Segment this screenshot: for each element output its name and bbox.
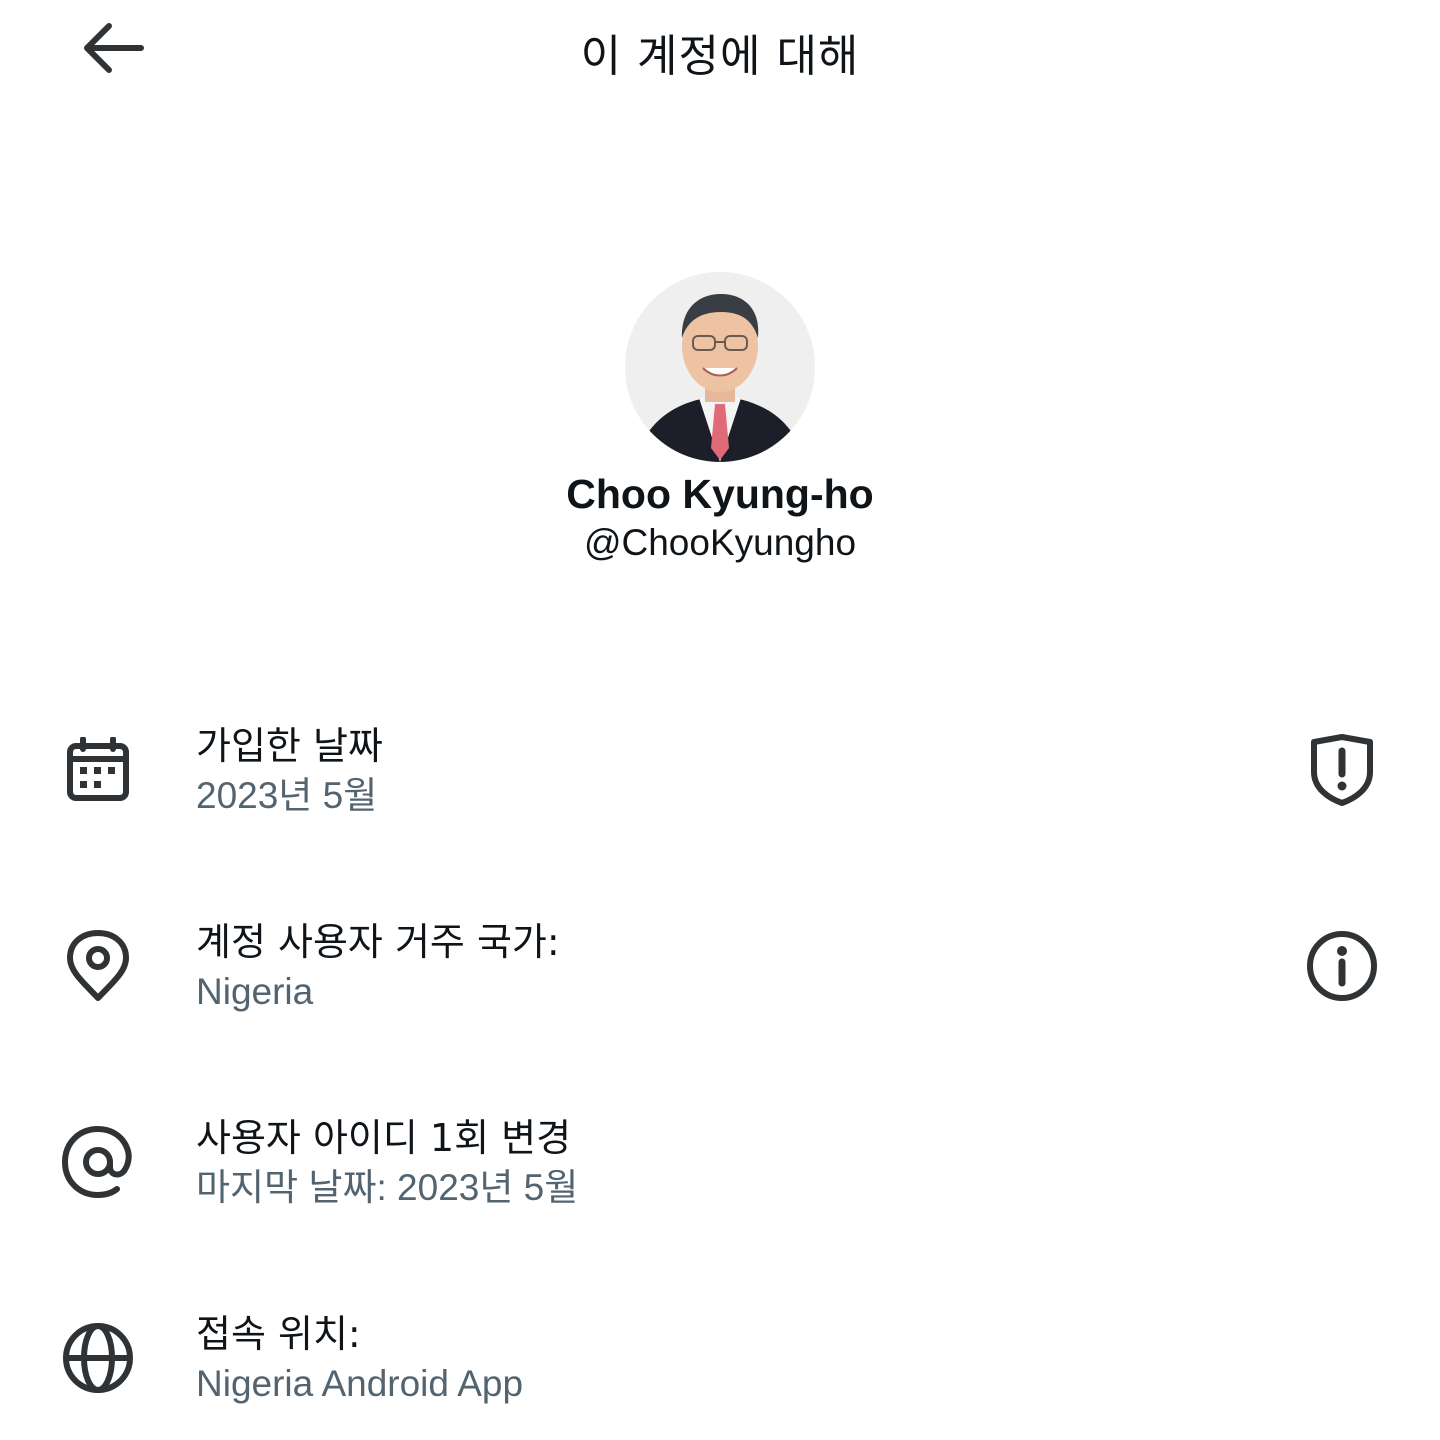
country-value: Nigeria — [196, 971, 314, 1012]
shield-alert-icon — [1311, 734, 1373, 806]
username-change-label: 사용자 아이디 1회 변경 — [196, 1116, 572, 1160]
avatar[interactable] — [625, 272, 815, 462]
profile-section: Choo Kyung-ho @ChooKyungho — [0, 272, 1440, 566]
country-row: 계정 사용자 거주 국가: Nigeria — [0, 916, 1440, 1056]
username-handle: @ChooKyungho — [583, 522, 857, 563]
at-sign-icon — [58, 1122, 138, 1202]
location-pin-icon — [58, 926, 138, 1006]
connected-via-label: 접속 위치: — [196, 1312, 361, 1356]
globe-icon — [58, 1318, 138, 1398]
connected-via-value: Nigeria Android App — [196, 1363, 524, 1404]
username-change-value: 마지막 날짜: 2023년 5월 — [196, 1167, 579, 1208]
calendar-icon — [58, 730, 138, 810]
joined-date-value: 2023년 5월 — [196, 775, 378, 816]
page-title: 이 계정에 대해 — [580, 31, 860, 82]
display-name: Choo Kyung-ho — [566, 471, 874, 517]
country-label: 계정 사용자 거주 국가: — [196, 920, 560, 964]
avatar-photo — [625, 272, 815, 462]
shield-alert-button[interactable] — [1300, 728, 1384, 812]
joined-date-row: 가입한 날짜 2023년 5월 — [0, 720, 1440, 860]
info-button[interactable] — [1300, 924, 1384, 1008]
username-change-row: 사용자 아이디 1회 변경 마지막 날짜: 2023년 5월 — [0, 1112, 1440, 1252]
top-bar: 이 계정에 대해 — [0, 0, 1440, 100]
joined-date-label: 가입한 날짜 — [196, 724, 383, 768]
info-icon — [1307, 931, 1377, 1001]
about-account-page: 이 계정에 대해 Choo Kyung-ho @ChooKyungho 가입한 … — [0, 0, 1440, 1440]
connected-via-row: 접속 위치: Nigeria Android App — [0, 1308, 1440, 1440]
